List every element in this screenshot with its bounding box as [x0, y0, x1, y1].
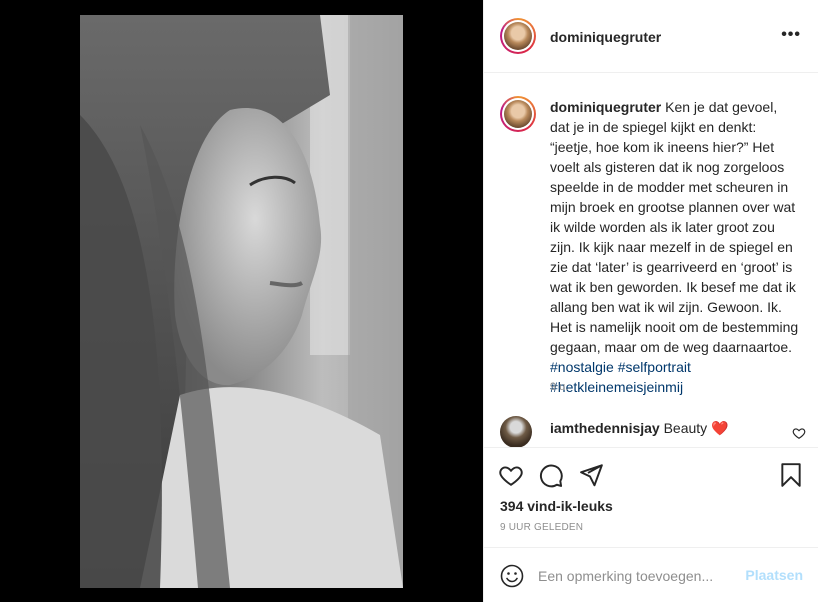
author-avatar[interactable] — [500, 18, 536, 54]
caption-avatar[interactable] — [500, 96, 536, 132]
author-username[interactable]: dominiquegruter — [550, 29, 661, 45]
comment-text: Beauty — [663, 420, 708, 436]
comment-input[interactable] — [538, 566, 738, 586]
comment-item: iamthedennisjay Beauty ❤️ — [550, 418, 729, 438]
caption-timestamp: 9 u. — [550, 381, 569, 393]
commenter-avatar[interactable] — [500, 416, 532, 448]
paper-plane-icon[interactable] — [578, 462, 604, 488]
media-panel — [0, 0, 483, 602]
comment-username[interactable]: iamthedennisjay — [550, 420, 660, 436]
heart-outline-icon[interactable] — [498, 462, 524, 488]
post-time-ago: 9 UUR GELEDEN — [500, 522, 584, 533]
action-bar — [484, 447, 818, 503]
portrait-image — [80, 15, 403, 588]
comment-like-icon[interactable] — [792, 426, 806, 440]
post-header: dominiquegruter ••• — [484, 0, 818, 73]
heart-emoji: ❤️ — [711, 420, 729, 436]
bookmark-icon[interactable] — [778, 462, 804, 488]
caption-username[interactable]: dominiquegruter — [550, 99, 661, 115]
hashtag-link[interactable]: #nostalgie — [550, 359, 614, 375]
details-panel: dominiquegruter ••• dominiquegruter Ken … — [483, 0, 818, 602]
smiley-icon[interactable] — [500, 564, 524, 588]
caption-text: Ken je dat gevoel, dat je in de spiegel … — [550, 99, 799, 355]
hashtag-link[interactable]: #selfportrait — [618, 359, 691, 375]
more-horizontal-icon[interactable]: ••• — [781, 27, 801, 43]
speech-bubble-icon[interactable] — [538, 462, 564, 488]
add-comment-bar: Plaatsen — [484, 547, 818, 602]
post-photo[interactable] — [80, 15, 403, 588]
post-comment-button[interactable]: Plaatsen — [745, 567, 803, 583]
post-caption: dominiquegruter Ken je dat gevoel, dat j… — [550, 97, 800, 397]
hashtag-link[interactable]: #hetkleinemeisjeinmij — [550, 379, 683, 395]
likes-count[interactable]: 394 vind-ik-leuks — [500, 498, 613, 514]
